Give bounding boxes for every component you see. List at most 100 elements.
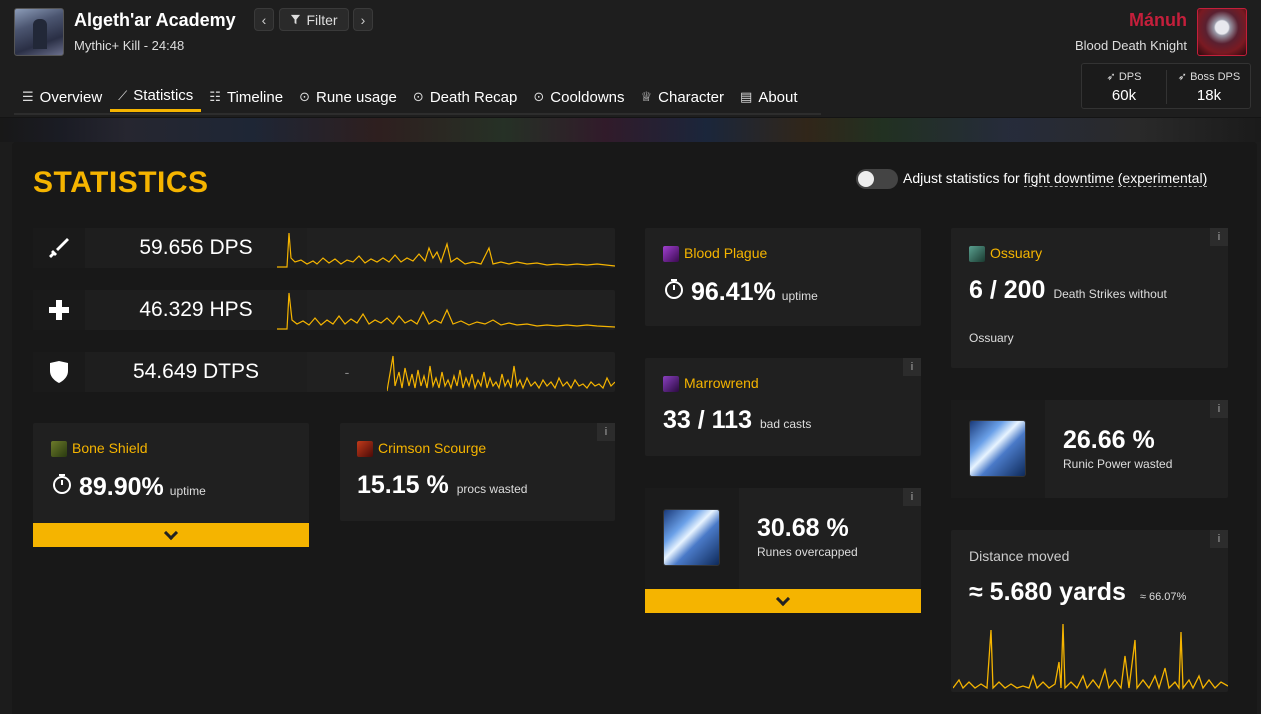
stat-label: bad casts: [759, 417, 812, 431]
ossuary-title[interactable]: Ossuary: [969, 245, 1042, 263]
marrowrend-title[interactable]: Marrowrend: [663, 375, 759, 393]
dps-stat: ➶ DPS 60k: [1082, 64, 1166, 108]
plus-icon: [33, 290, 85, 330]
character-name[interactable]: Mánuh: [1129, 10, 1187, 31]
boss-dps-value: 18k: [1196, 87, 1222, 104]
dps-row: 59.656 DPS: [33, 228, 615, 268]
filter-button[interactable]: Filter: [279, 8, 349, 31]
filter-icon: [291, 14, 301, 25]
bone-shield-card: Bone Shield 89.90% uptime: [33, 423, 309, 523]
dtps-row: 54.649 DTPS -: [33, 352, 615, 392]
spell-name: Crimson Scourge: [378, 440, 487, 456]
crimson-scourge-card: i Crimson Scourge 15.15 % procs wasted: [340, 423, 615, 521]
circle-dots-icon: ⊙: [299, 89, 310, 104]
circle-dots-icon: ⊙: [412, 89, 424, 104]
list-icon: ☰: [22, 89, 34, 104]
stat-value: 30.68 %: [757, 514, 849, 542]
stat-label: Runes overcapped: [757, 545, 858, 559]
boss-dps-stat: ➶ Boss DPS 18k: [1167, 64, 1251, 108]
blood-plague-icon: [663, 245, 679, 262]
circle-dots-icon: ⊙: [533, 89, 545, 104]
spec-banner: [0, 118, 1261, 142]
tab-label: Statistics: [133, 87, 194, 104]
rune-icon: [663, 509, 720, 566]
dps-sparkline: [277, 232, 615, 268]
fight-downtime-link[interactable]: fight downtime: [1023, 170, 1114, 187]
expand-button[interactable]: [33, 523, 309, 547]
stat-value: 15.15 %: [357, 471, 449, 499]
tab-death-recap[interactable]: ⊙ Death Recap: [405, 82, 525, 112]
adjust-label: Adjust statistics for fight downtime (ex…: [903, 170, 1208, 187]
prev-button[interactable]: ‹: [254, 8, 274, 31]
ossuary-card: i Ossuary 6 / 200 Death Strikes without …: [951, 228, 1228, 368]
run-subtitle: Mythic+ Kill - 24:48: [74, 38, 185, 53]
stat-label: uptime: [781, 289, 818, 303]
timeline-icon: ☷: [209, 89, 221, 104]
info-icon[interactable]: i: [903, 488, 921, 506]
crimson-scourge-title[interactable]: Crimson Scourge: [357, 440, 486, 458]
spell-name: Blood Plague: [684, 245, 768, 261]
info-icon[interactable]: i: [1210, 530, 1228, 548]
info-icon[interactable]: i: [597, 423, 615, 441]
dtps-sparkline: [387, 355, 615, 392]
blood-plague-stat: 96.41% uptime: [663, 278, 818, 307]
hps-row: 46.329 HPS: [33, 290, 615, 330]
tab-label: Overview: [39, 88, 103, 106]
dps-value: 59.656 DPS: [85, 228, 307, 268]
marrowrend-stat: 33 / 113 bad casts: [663, 406, 811, 435]
expand-button[interactable]: [645, 589, 921, 613]
hps-sparkline: [277, 292, 615, 330]
marrowrend-icon: [663, 375, 679, 392]
stat-value: 6 / 200: [969, 276, 1046, 304]
distance-title: Distance moved: [969, 548, 1070, 564]
stat-label: Death Strikes without: [1053, 287, 1167, 301]
tab-label: About: [758, 88, 798, 106]
shield-icon: [33, 352, 85, 392]
tab-timeline[interactable]: ☷ Timeline: [201, 82, 291, 112]
tab-overview[interactable]: ☰ Overview: [14, 82, 110, 112]
hps-value: 46.329 HPS: [85, 290, 307, 330]
chevron-down-icon: [163, 525, 179, 540]
boss-dps-label: Boss DPS: [1190, 71, 1241, 83]
spell-name: Bone Shield: [72, 440, 148, 456]
tab-label: Death Recap: [429, 88, 518, 106]
tab-about[interactable]: ▤ About: [732, 82, 806, 112]
next-button[interactable]: ›: [353, 8, 373, 31]
info-icon[interactable]: i: [1210, 400, 1228, 418]
spell-name: Ossuary: [990, 245, 1043, 261]
stat-label: Runic Power wasted: [1063, 457, 1173, 471]
tab-label: Character: [658, 88, 725, 106]
character-avatar[interactable]: [1197, 8, 1247, 56]
dps-label: DPS: [1118, 71, 1142, 83]
blood-plague-title[interactable]: Blood Plague: [663, 245, 767, 263]
dps-summary: ➶ DPS 60k ➶ Boss DPS 18k: [1081, 63, 1251, 109]
document-icon: ▤: [740, 89, 753, 104]
ossuary-stat: 6 / 200 Death Strikes without: [969, 276, 1167, 305]
tab-rune-usage[interactable]: ⊙ Rune usage: [291, 82, 405, 112]
tab-character[interactable]: ♕ Character: [633, 82, 733, 112]
tab-label: Timeline: [226, 88, 284, 106]
tab-bar: ☰ Overview ⟋ Statistics ☷ Timeline ⊙ Rune us…: [14, 82, 806, 116]
stat-label: uptime: [169, 484, 206, 498]
downtime-toggle[interactable]: [856, 169, 898, 189]
marrowrend-card: i Marrowrend 33 / 113 bad casts: [645, 358, 921, 456]
dungeon-title: Algeth'ar Academy: [74, 10, 236, 30]
page-title: STATISTICS: [33, 166, 209, 199]
stat-value: 26.66 %: [1063, 426, 1155, 454]
distance-stat: ≈ 5.680 yards ≈ 66.07%: [969, 578, 1186, 607]
experimental-note: (experimental): [1117, 170, 1208, 187]
dtps-extra: -: [344, 364, 350, 380]
bone-shield-title[interactable]: Bone Shield: [51, 440, 148, 458]
info-icon[interactable]: i: [1210, 228, 1228, 246]
tab-cooldowns[interactable]: ⊙ Cooldowns: [525, 82, 632, 112]
report-header: Algeth'ar Academy Mythic+ Kill - 24:48 ‹…: [0, 0, 1261, 118]
info-icon[interactable]: i: [903, 358, 921, 376]
chevron-left-icon: ‹: [261, 11, 267, 28]
stat-sub: ≈ 66.07%: [1139, 591, 1187, 603]
sword-icon: ➶: [1177, 71, 1187, 83]
shirt-icon: ♕: [640, 89, 653, 104]
stopwatch-icon: [53, 474, 71, 494]
chevron-right-icon: ›: [360, 11, 366, 28]
tab-statistics[interactable]: ⟋ Statistics: [110, 82, 202, 112]
chart-icon: ⟋: [118, 87, 128, 103]
